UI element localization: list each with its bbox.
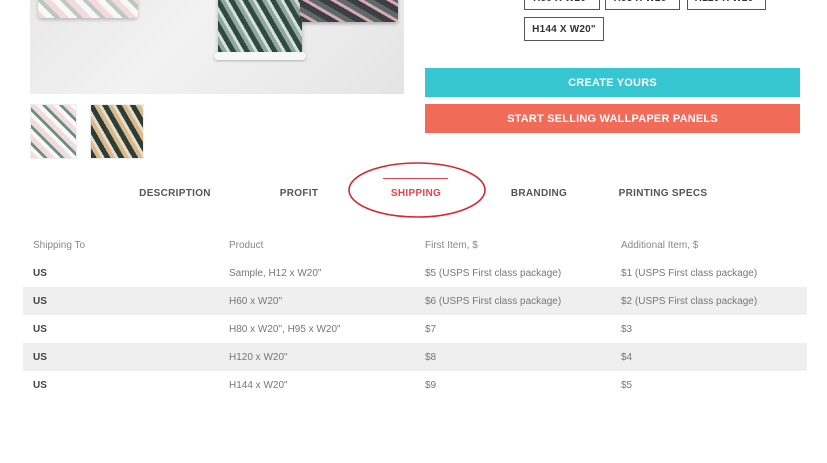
cell-first-item: $6 (USPS First class package) bbox=[425, 295, 562, 307]
header-product: Product bbox=[229, 240, 264, 251]
product-thumbnail-1[interactable] bbox=[30, 104, 77, 159]
cell-product: H60 x W20" bbox=[229, 295, 283, 307]
cell-additional-item: $5 bbox=[621, 379, 633, 391]
cell-country: US bbox=[33, 351, 47, 363]
cell-product: H144 x W20" bbox=[229, 379, 288, 391]
header-additional-item: Additional Item, $ bbox=[621, 240, 699, 251]
wallpaper-roll-pink bbox=[38, 0, 138, 18]
cell-first-item: $5 (USPS First class package) bbox=[425, 267, 562, 279]
cell-country: US bbox=[33, 379, 47, 391]
size-option-h144[interactable]: H144 X W20" bbox=[524, 17, 604, 41]
cell-additional-item: $3 bbox=[621, 323, 633, 335]
highlight-ellipse bbox=[348, 162, 486, 218]
product-thumbnail-2[interactable] bbox=[90, 104, 144, 159]
table-header-row: Shipping To Product First Item, $ Additi… bbox=[23, 232, 807, 259]
table-row: US Sample, H12 x W20" $5 (USPS First cla… bbox=[23, 259, 807, 287]
start-selling-button[interactable]: START SELLING WALLPAPER PANELS bbox=[425, 104, 800, 133]
size-option-h80[interactable]: H80 X W20" bbox=[524, 0, 600, 10]
cell-product: H120 x W20" bbox=[229, 351, 288, 363]
cell-additional-item: $4 bbox=[621, 351, 633, 363]
product-image bbox=[30, 0, 404, 94]
cell-country: US bbox=[33, 267, 47, 279]
header-shipping-to: Shipping To bbox=[33, 240, 86, 251]
cell-first-item: $8 bbox=[425, 351, 437, 363]
cell-additional-item: $1 (USPS First class package) bbox=[621, 267, 758, 279]
wallpaper-roll-dark bbox=[300, 0, 398, 22]
cell-product: H80 x W20", H95 x W20" bbox=[229, 323, 341, 335]
cell-country: US bbox=[33, 323, 47, 335]
tab-printing-specs[interactable]: PRINTING SPECS bbox=[619, 180, 708, 208]
wallpaper-roll-tropical bbox=[214, 0, 306, 60]
size-option-h95[interactable]: H95 X W20" bbox=[605, 0, 680, 10]
create-yours-button[interactable]: CREATE YOURS bbox=[425, 68, 800, 97]
table-row: US H144 x W20" $9 $5 bbox=[23, 371, 807, 399]
tab-branding[interactable]: BRANDING bbox=[511, 180, 567, 208]
tab-profit[interactable]: PROFIT bbox=[280, 180, 318, 208]
table-row: US H80 x W20", H95 x W20" $7 $3 bbox=[23, 315, 807, 343]
shipping-table: Shipping To Product First Item, $ Additi… bbox=[23, 232, 807, 399]
size-option-h120[interactable]: H120 X W20" bbox=[687, 0, 766, 10]
cell-product: Sample, H12 x W20" bbox=[229, 267, 322, 279]
table-row: US H120 x W20" $8 $4 bbox=[23, 343, 807, 371]
tab-description[interactable]: DESCRIPTION bbox=[139, 180, 211, 208]
header-first-item: First Item, $ bbox=[425, 240, 478, 251]
cell-first-item: $9 bbox=[425, 379, 437, 391]
cell-country: US bbox=[33, 295, 47, 307]
cell-first-item: $7 bbox=[425, 323, 437, 335]
table-row: US H60 x W20" $6 (USPS First class packa… bbox=[23, 287, 807, 315]
cell-additional-item: $2 (USPS First class package) bbox=[621, 295, 758, 307]
